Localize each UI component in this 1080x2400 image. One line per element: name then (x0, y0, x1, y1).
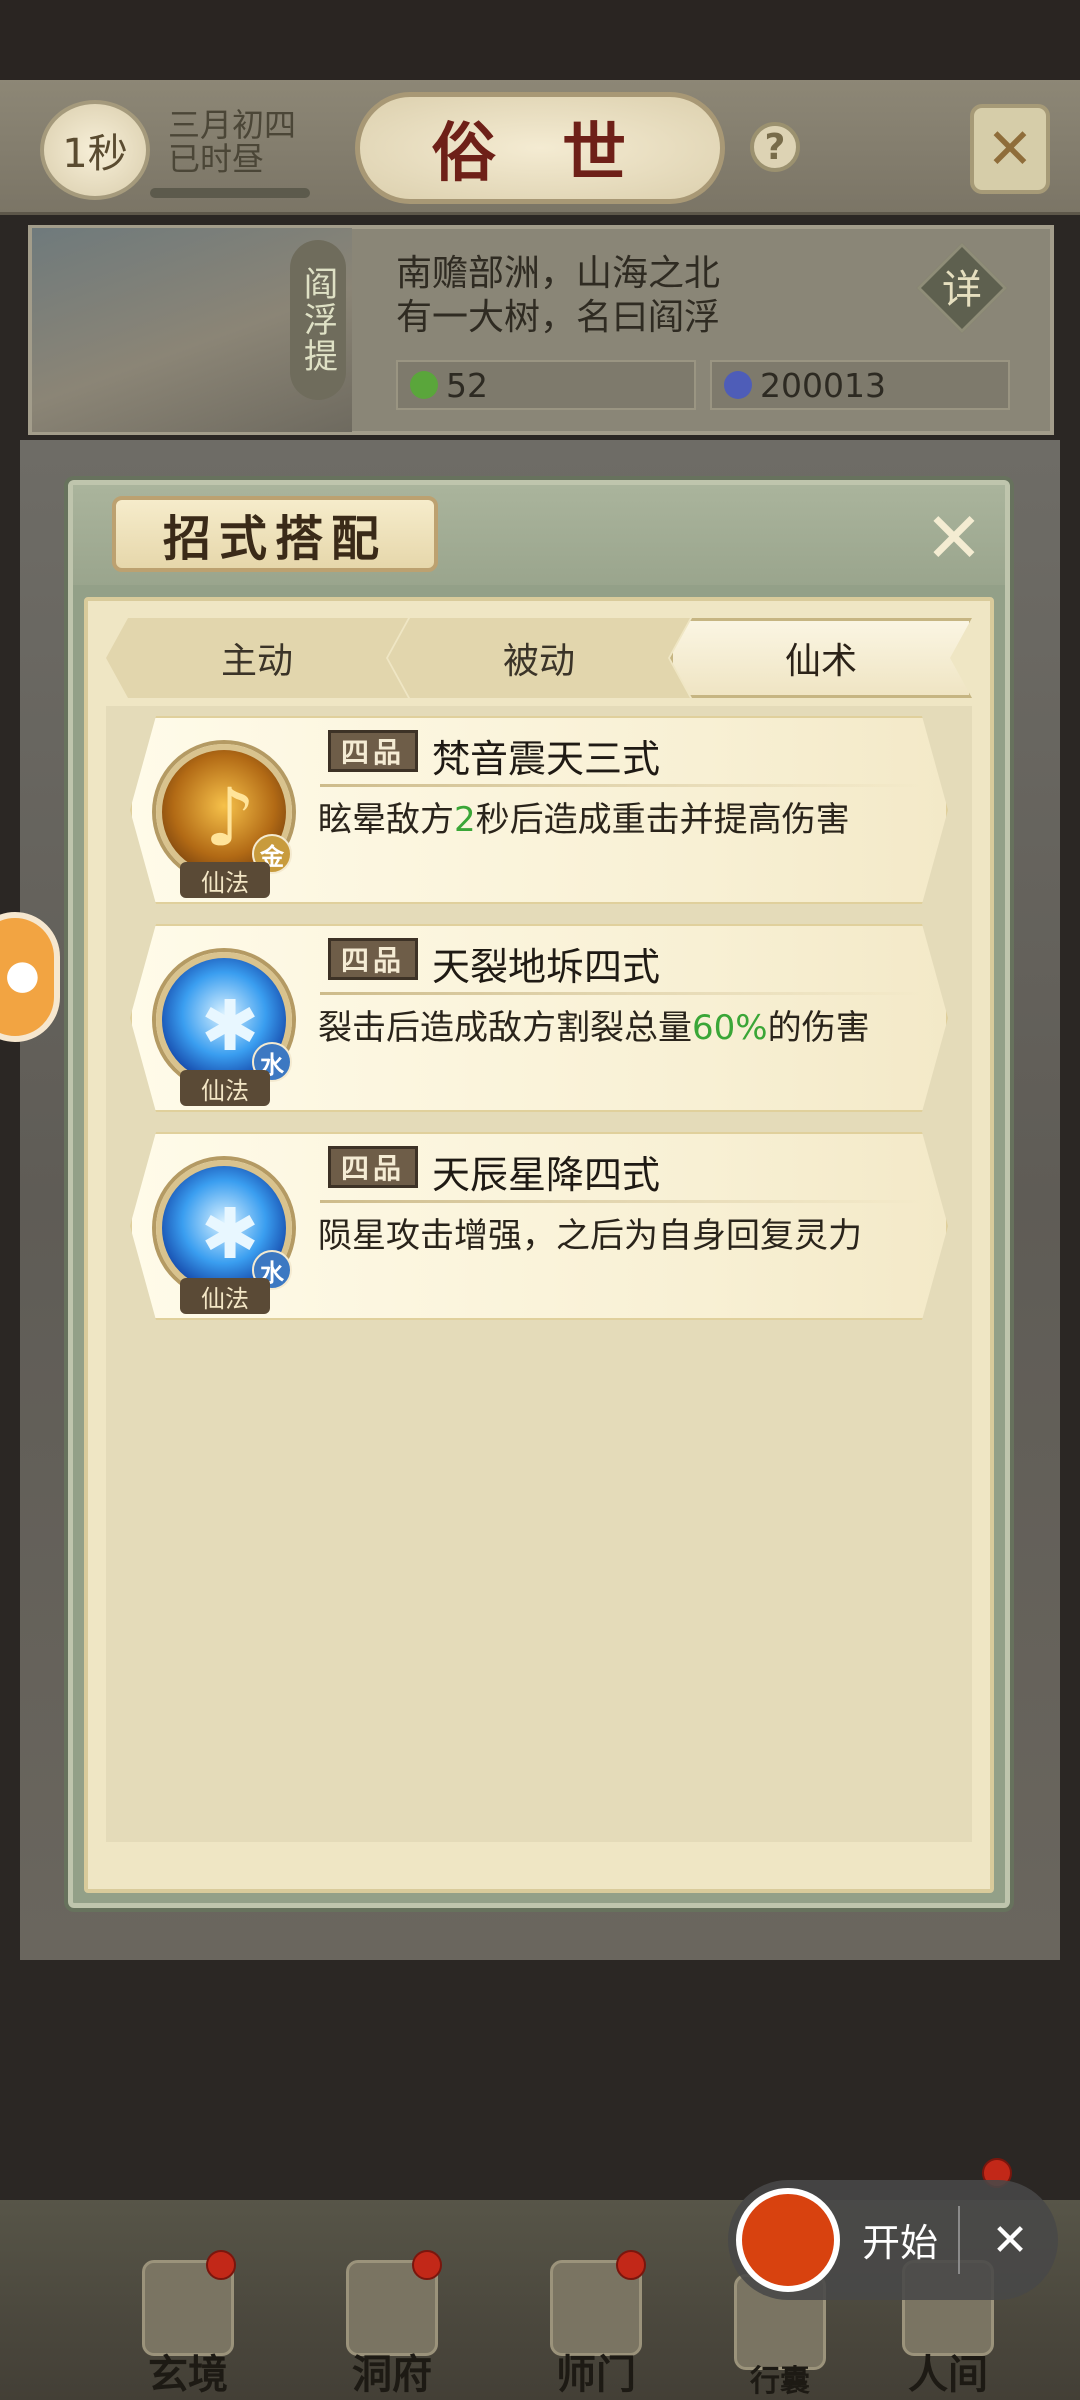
skill-name: 天辰星降四式 (432, 1153, 661, 1197)
game-date: 三月初四 已时昼 (168, 108, 296, 176)
nav-item-dongfu[interactable]: 洞府 (312, 2250, 472, 2400)
notification-dot (412, 2250, 442, 2280)
detail-label[interactable]: 详 (930, 262, 994, 318)
close-icon[interactable]: ✕ (980, 2206, 1040, 2274)
tab-immortal-arts[interactable]: 仙术 (670, 618, 972, 698)
skill-description: 眩晕敌方2秒后造成重击并提高伤害 (318, 800, 850, 840)
dialog-title: 招式搭配 (112, 496, 438, 572)
crossed-swords-icon[interactable]: ✕ (970, 104, 1050, 194)
gamepad-icon: ● (5, 952, 40, 998)
skill-name: 梵音震天三式 (432, 737, 661, 781)
tab-active-skills[interactable]: 主动 (106, 618, 408, 698)
nav-label: 师门 (556, 2351, 636, 2398)
help-button[interactable]: ? (750, 122, 800, 172)
skill-grade: 四品 (328, 730, 418, 772)
location-desc-line-2: 有一大树，名曰阎浮 (396, 297, 721, 338)
skill-name: 天裂地坼四式 (432, 945, 661, 989)
record-start-label[interactable]: 开始 (862, 2212, 938, 2267)
spirit-resource: 52 (396, 360, 696, 410)
divider (320, 992, 920, 995)
skill-tabs: 主动 被动 仙术 (106, 618, 972, 698)
location-description: 南赡部洲，山海之北 有一大树，名曰阎浮 (396, 252, 720, 340)
location-name: 阎浮提 (290, 240, 346, 400)
close-button[interactable]: ✕ (916, 497, 992, 579)
divider (320, 1200, 920, 1203)
timer-badge[interactable]: 1秒 (40, 100, 150, 200)
coin-resource: 200013 (710, 360, 1010, 410)
status-strip (0, 0, 1080, 80)
nav-item-shimen[interactable]: 师门 (516, 2250, 676, 2400)
skill-type-tag: 仙法 (180, 1278, 270, 1314)
divider (958, 2206, 960, 2274)
skill-grade: 四品 (328, 938, 418, 980)
notification-dot (206, 2250, 236, 2280)
nav-item-xuanjing[interactable]: 玄境 (108, 2250, 268, 2400)
record-button[interactable] (736, 2188, 840, 2292)
divider (320, 784, 920, 787)
page-title: 俗 世 (355, 92, 725, 204)
notification-dot (616, 2250, 646, 2280)
nav-label: 人间 (908, 2351, 988, 2398)
skill-description: 裂击后造成敌方割裂总量60%的伤害 (318, 1008, 870, 1048)
spirit-stone-icon (410, 371, 438, 399)
nav-label: 玄境 (148, 2351, 228, 2398)
nav-label: 洞府 (352, 2351, 432, 2398)
skill-grade: 四品 (328, 1146, 418, 1188)
spirit-value: 52 (446, 365, 488, 405)
coin-value: 200013 (760, 365, 886, 405)
location-desc-line-1: 南赡部洲，山海之北 (396, 253, 721, 294)
skill-type-tag: 仙法 (180, 1070, 270, 1106)
time-progress-bar (150, 188, 310, 198)
date-line-2: 已时昼 (168, 140, 265, 178)
nav-label: 行囊 (750, 2364, 810, 2399)
skill-type-tag: 仙法 (180, 862, 270, 898)
date-line-1: 三月初四 (168, 106, 297, 144)
tab-passive-skills[interactable]: 被动 (388, 618, 690, 698)
coin-icon (724, 371, 752, 399)
skill-description: 陨星攻击增强，之后为自身回复灵力 (318, 1216, 862, 1256)
